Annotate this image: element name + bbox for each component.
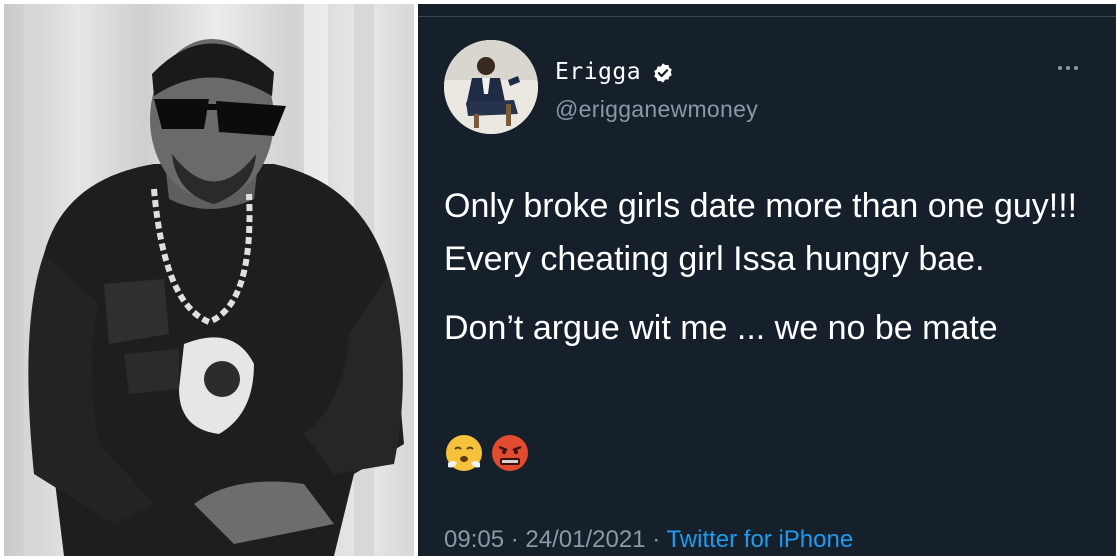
divider	[418, 16, 1116, 17]
avatar[interactable]	[444, 40, 538, 134]
author-name[interactable]: Erigga	[555, 59, 641, 85]
meta-separator: ·	[652, 526, 661, 553]
tweet-text: Only broke girls date more than one guy!…	[444, 180, 1104, 355]
person-photo	[4, 4, 414, 556]
more-dot	[1058, 66, 1062, 70]
emoji-row	[444, 433, 530, 473]
tweet-text-paragraph-2: Don’t argue wit me ... we no be mate	[444, 309, 998, 347]
more-dot	[1066, 66, 1070, 70]
more-dot	[1074, 66, 1078, 70]
angry-face-emoji	[492, 435, 528, 471]
tweet-time[interactable]: 09:05	[444, 526, 504, 553]
avatar-image	[444, 40, 538, 134]
face-with-steam-emoji	[446, 435, 482, 471]
tweet-date[interactable]: 24/01/2021	[525, 526, 645, 553]
verified-badge-icon	[654, 63, 672, 83]
author-handle[interactable]: @erigganewmoney	[555, 96, 758, 123]
tweet-source-link[interactable]: Twitter for iPhone	[666, 526, 853, 553]
meta-separator: ·	[510, 526, 519, 553]
tweet-text-paragraph-1: Only broke girls date more than one guy!…	[444, 187, 1078, 278]
tweet-card: Erigga @erigganewmoney Only broke girls …	[418, 4, 1116, 556]
more-options-icon[interactable]	[1058, 62, 1086, 74]
person-photo-illustration	[24, 4, 404, 556]
tweet-meta: 09:05 · 24/01/2021 · Twitter for iPhone	[444, 526, 853, 554]
